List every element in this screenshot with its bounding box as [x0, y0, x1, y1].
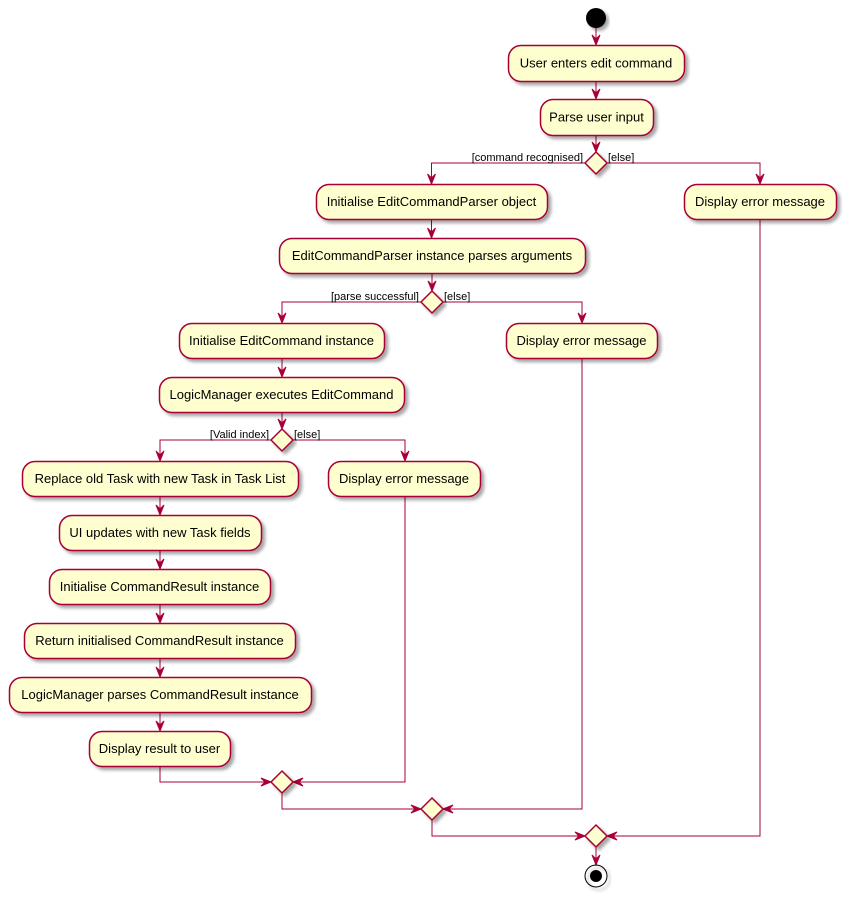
guard-then-label: [Valid index]	[210, 429, 269, 441]
edge-then	[281, 301, 421, 323]
edge-then	[159, 439, 271, 461]
activity-label: Display result to user	[99, 741, 221, 756]
activity-label: UI updates with new Task fields	[69, 525, 251, 540]
activity-diagram: User enters edit command Parse user input…	[8, 8, 838, 888]
activity-label: LogicManager executes EditCommand	[169, 387, 393, 402]
activity-node: Initialise CommandResult instance	[48, 568, 272, 606]
start-node	[586, 8, 606, 28]
edge	[281, 793, 421, 810]
activity-node: Initialise EditCommandParser object	[315, 183, 549, 221]
activity-label: Return initialised CommandResult instanc…	[35, 633, 284, 648]
merge-node	[583, 823, 609, 849]
activity-label: Initialise EditCommandParser object	[327, 194, 537, 209]
activity-node: UI updates with new Task fields	[58, 514, 263, 552]
activity-label: EditCommandParser instance parses argume…	[292, 248, 573, 263]
activity-node: Display error message	[327, 460, 482, 498]
edges	[155, 28, 765, 867]
edge-else	[607, 162, 761, 184]
activity-node: Return initialised CommandResult instanc…	[23, 622, 297, 660]
activity-node: Display error message	[683, 183, 838, 221]
decision-node	[583, 150, 609, 176]
activity-node: Parse user input	[539, 98, 655, 137]
activity-label: Initialise EditCommand instance	[189, 333, 374, 348]
activity-node: Display result to user	[88, 730, 232, 768]
guard-then-label: [parse successful]	[331, 291, 419, 303]
activity-node: EditCommandParser instance parses argume…	[278, 237, 587, 275]
edge	[607, 219, 761, 837]
activity-label: Display error message	[516, 333, 646, 348]
edge	[443, 358, 583, 810]
activity-label: User enters edit command	[520, 56, 672, 71]
edge	[293, 496, 406, 783]
activity-node: Display error message	[505, 322, 659, 360]
decision-node	[419, 289, 445, 315]
activity-label: Initialise CommandResult instance	[60, 579, 259, 594]
edge-else	[443, 301, 583, 323]
merge-node	[269, 769, 295, 795]
edge	[431, 820, 585, 837]
edge-then	[431, 162, 585, 184]
guard-then-label: [command recognised]	[472, 152, 583, 164]
guard-else-label: [else]	[294, 429, 320, 441]
activity-node: User enters edit command	[507, 44, 686, 83]
activity-label: LogicManager parses CommandResult instan…	[21, 687, 298, 702]
activity-node: Replace old Task with new Task in Task L…	[21, 460, 300, 498]
activity-node: LogicManager parses CommandResult instan…	[8, 676, 313, 714]
activity-label: Display error message	[339, 471, 469, 486]
guard-else-label: [else]	[444, 291, 470, 303]
activity-node: LogicManager executes EditCommand	[158, 376, 406, 414]
activity-node: Initialise EditCommand instance	[178, 322, 386, 360]
end-node-inner	[590, 870, 602, 882]
nodes: User enters edit command Parse user input…	[8, 8, 838, 888]
edge-else	[293, 439, 406, 461]
activity-label: Replace old Task with new Task in Task L…	[35, 471, 286, 486]
edge	[159, 766, 271, 783]
guard-else-label: [else]	[608, 152, 634, 164]
activity-label: Parse user input	[549, 110, 644, 125]
merge-node	[419, 796, 445, 822]
activity-label: Display error message	[695, 194, 825, 209]
decision-node	[269, 427, 295, 453]
